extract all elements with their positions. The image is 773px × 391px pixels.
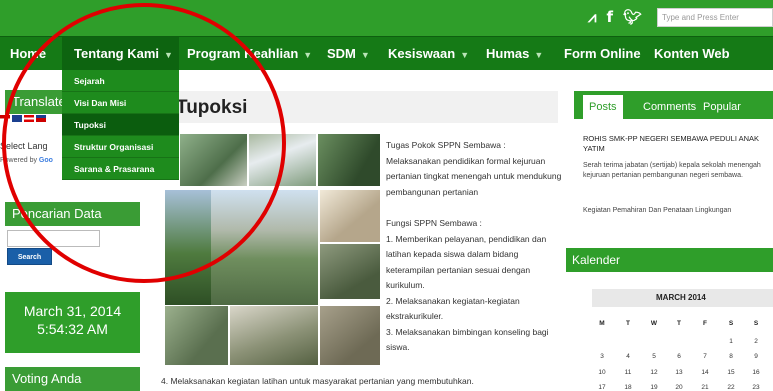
- dropdown-item-sarana[interactable]: Sarana & Prasarana: [62, 158, 179, 180]
- tentang-kami-dropdown: Sejarah Visi Dan Misi Tupoksi Struktur O…: [62, 70, 179, 180]
- dropdown-item-tupoksi[interactable]: Tupoksi: [62, 114, 179, 136]
- dropdown-item-sejarah[interactable]: Sejarah: [62, 70, 179, 92]
- red-circle-annotation: [2, 3, 286, 283]
- dropdown-item-struktur[interactable]: Struktur Organisasi: [62, 136, 179, 158]
- dropdown-item-visi-misi[interactable]: Visi Dan Misi: [62, 92, 179, 114]
